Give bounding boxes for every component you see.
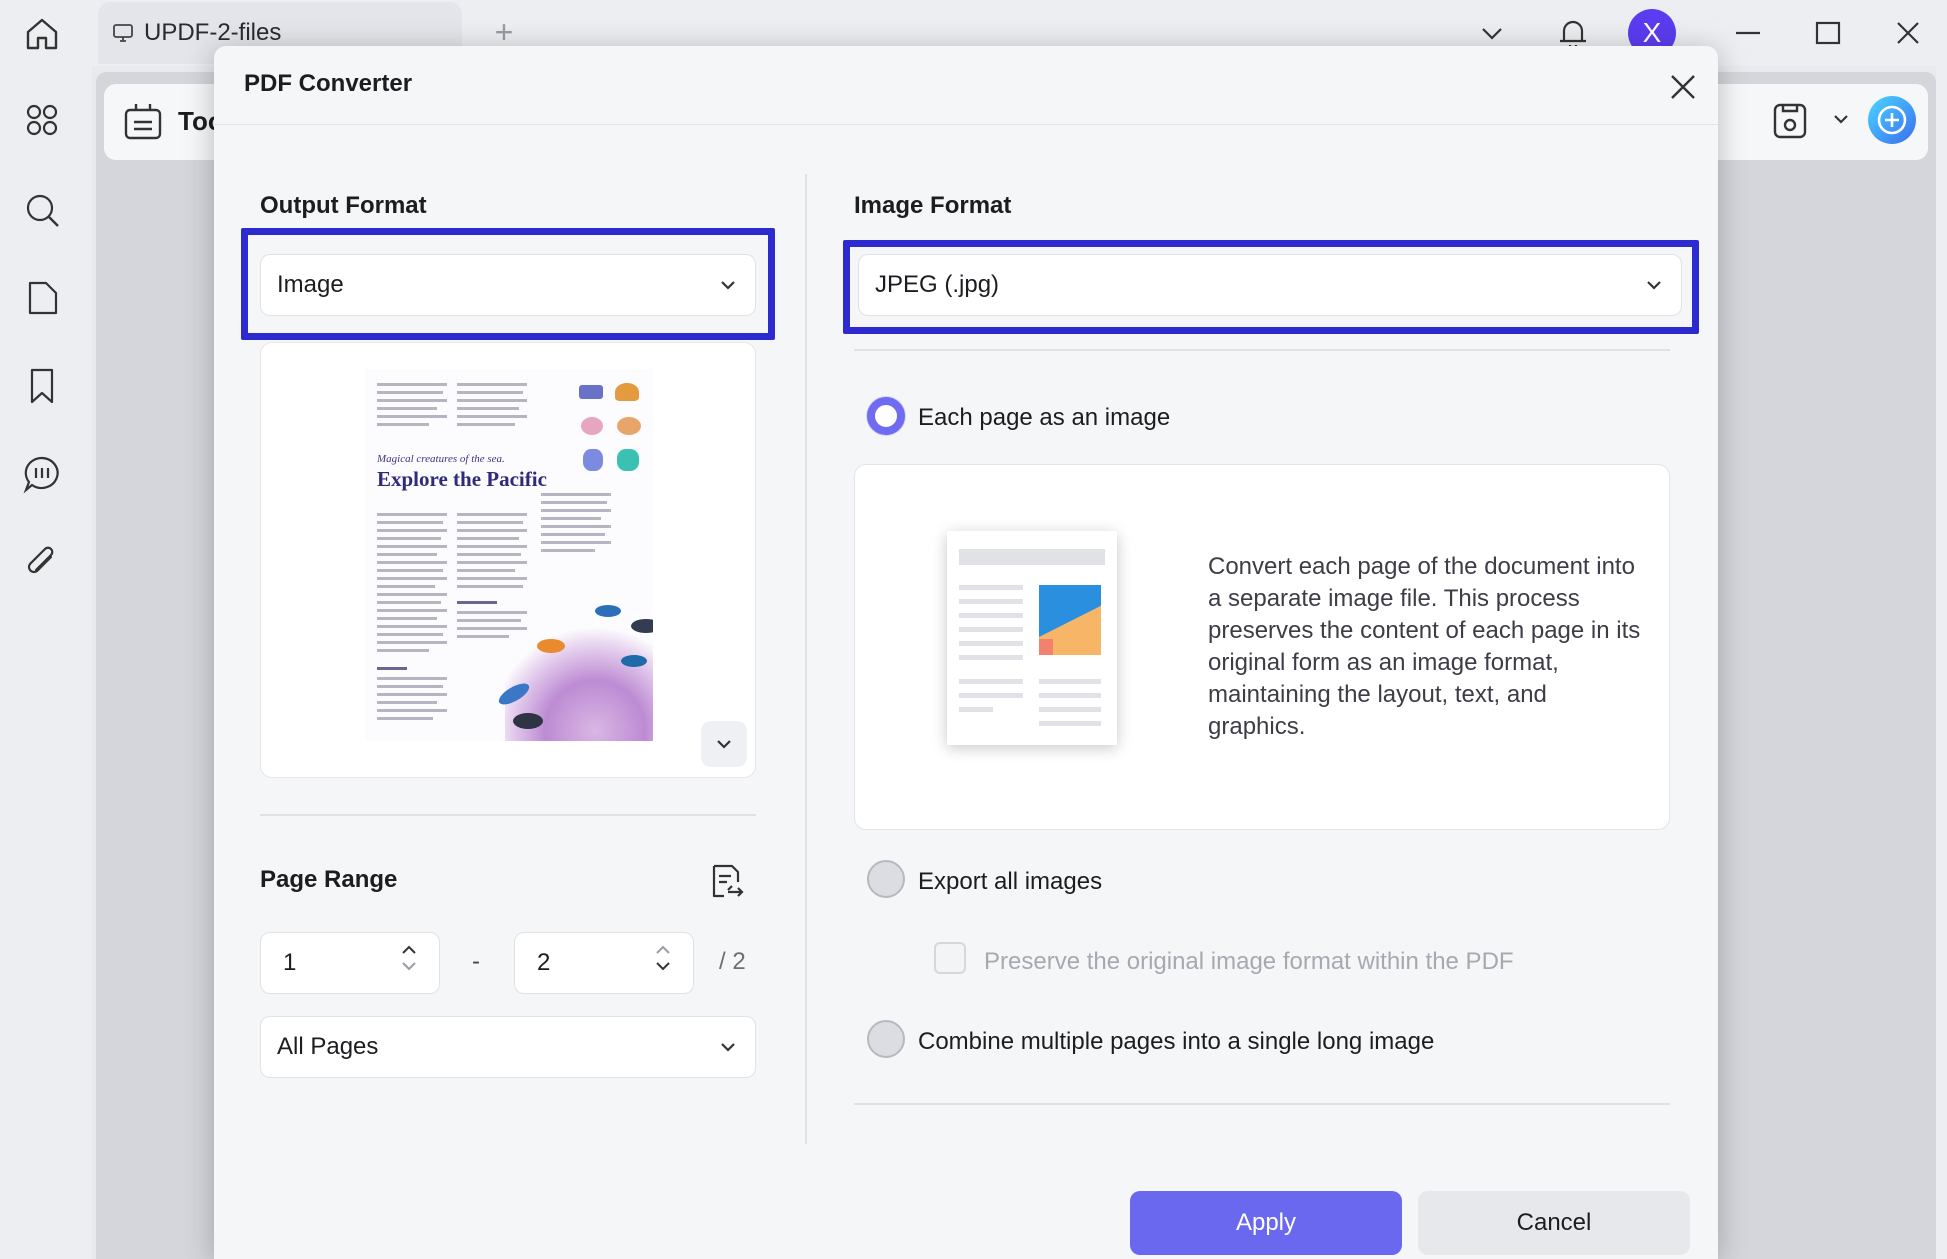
page-preview: Magical creatures of the sea. Explore th…: [260, 342, 756, 778]
divider: [214, 124, 1718, 125]
page-total: / 2: [719, 948, 746, 976]
page-from-input[interactable]: 1: [260, 932, 440, 994]
each-page-radio[interactable]: [867, 397, 905, 435]
tools-icon[interactable]: [122, 98, 164, 144]
divider: [854, 349, 1670, 351]
home-icon[interactable]: [20, 12, 64, 56]
save-dropdown-chevron-icon[interactable]: [1832, 110, 1850, 128]
chevron-down-icon: [715, 735, 733, 753]
each-page-description: Convert each page of the document into a…: [1208, 551, 1648, 743]
each-page-label[interactable]: Each page as an image: [918, 404, 1170, 432]
page-scope-value: All Pages: [277, 1033, 378, 1061]
chevron-up-icon: [655, 943, 671, 957]
apply-button[interactable]: Apply: [1130, 1191, 1402, 1255]
tab-title: UPDF-2-files: [144, 19, 281, 47]
page-range-label: Page Range: [260, 866, 397, 894]
bookmark-icon[interactable]: [20, 364, 64, 408]
divider: [854, 1103, 1670, 1105]
preserve-format-label[interactable]: Preserve the original image format withi…: [984, 948, 1514, 976]
page-from-value: 1: [283, 949, 296, 977]
left-sidebar: [0, 66, 92, 1259]
paperclip-icon[interactable]: [20, 540, 64, 584]
maximize-icon[interactable]: [1806, 8, 1850, 58]
preview-expand-button[interactable]: [701, 721, 747, 767]
swap-range-icon[interactable]: [704, 860, 748, 904]
range-dash: -: [472, 948, 480, 976]
cancel-button[interactable]: Cancel: [1418, 1191, 1690, 1255]
combine-pages-label[interactable]: Combine multiple pages into a single lon…: [918, 1028, 1434, 1056]
page-from-stepper[interactable]: [401, 943, 417, 973]
image-format-label: Image Format: [854, 192, 1011, 220]
output-format-select[interactable]: Image: [260, 254, 756, 316]
close-window-icon[interactable]: [1886, 8, 1930, 58]
export-all-radio[interactable]: [867, 860, 905, 898]
divider: [260, 814, 756, 816]
option-description-card: Convert each page of the document into a…: [854, 464, 1670, 830]
monitor-icon: [112, 22, 134, 44]
plus-icon: +: [495, 14, 514, 51]
grid-icon[interactable]: [20, 98, 64, 142]
thumbnail-subtitle: Magical creatures of the sea.: [377, 453, 505, 465]
page-to-value: 2: [537, 949, 550, 977]
dialog-title: PDF Converter: [244, 70, 412, 98]
chevron-down-icon: [719, 276, 737, 294]
page-icon[interactable]: [20, 276, 64, 320]
output-format-value: Image: [277, 271, 344, 299]
comment-icon[interactable]: [20, 452, 64, 496]
chevron-down-icon: [655, 959, 671, 973]
output-format-label: Output Format: [260, 192, 427, 220]
minimize-icon[interactable]: [1726, 8, 1770, 58]
add-tab-button[interactable]: +: [486, 14, 522, 50]
chevron-down-icon: [1645, 276, 1663, 294]
page-scope-select[interactable]: All Pages: [260, 1016, 756, 1078]
combine-pages-radio[interactable]: [867, 1020, 905, 1058]
page-to-input[interactable]: 2: [514, 932, 694, 994]
image-format-value: JPEG (.jpg): [875, 271, 999, 299]
chevron-down-icon: [719, 1038, 737, 1056]
image-format-select[interactable]: JPEG (.jpg): [858, 254, 1682, 316]
chevron-up-icon: [401, 943, 417, 957]
ai-assistant-icon[interactable]: [1866, 94, 1918, 146]
close-icon[interactable]: [1662, 66, 1704, 108]
page-to-stepper[interactable]: [655, 943, 671, 973]
chevron-down-icon: [401, 959, 417, 973]
right-scroll-gutter: [1936, 66, 1947, 1259]
page-to-image-illustration: [947, 531, 1117, 745]
search-icon[interactable]: [20, 188, 64, 232]
export-all-label[interactable]: Export all images: [918, 868, 1102, 896]
preserve-format-checkbox[interactable]: [934, 942, 966, 974]
thumbnail-title: Explore the Pacific: [377, 467, 547, 492]
page-thumbnail: Magical creatures of the sea. Explore th…: [365, 369, 653, 741]
save-icon[interactable]: [1770, 100, 1810, 142]
pdf-converter-dialog: PDF Converter Output Format Image: [214, 46, 1718, 1259]
column-divider: [805, 174, 807, 1144]
